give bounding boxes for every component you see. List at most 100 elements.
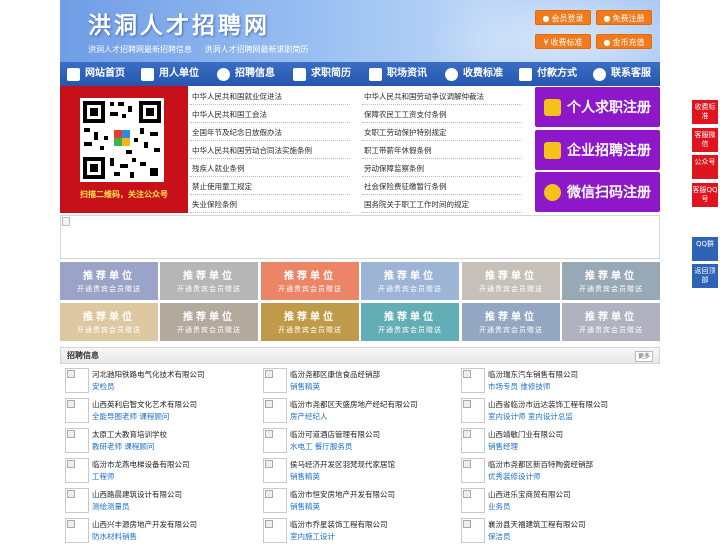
job-listing[interactable]: 临汾市尧都区新百特陶瓷经销部 优秀装修设计师 — [456, 458, 652, 488]
job-listing[interactable]: 临汾市龙燕电梯设备有限公司 工程师 — [60, 458, 256, 488]
recommend-tile[interactable]: 推荐单位 开通贵宾会员赠送 — [462, 262, 560, 300]
job-positions[interactable]: 测绘测量员 — [92, 501, 130, 512]
job-company[interactable]: 临汾市尧都区天盛房地产经纪有限公司 — [290, 399, 418, 410]
job-company[interactable]: 河北驰阳铁路电气化技术有限公司 — [92, 369, 205, 380]
job-company[interactable]: 临汾市乔星装饰工程有限公司 — [290, 519, 388, 530]
float-official-account[interactable]: 公众号 — [692, 155, 718, 179]
job-positions[interactable]: 水电工 餐厅服务员 — [290, 441, 352, 452]
personal-register-button[interactable]: 个人求职注册 — [535, 87, 660, 127]
recommend-tile[interactable]: 推荐单位 开通贵宾会员赠送 — [562, 303, 660, 341]
job-company[interactable]: 山西英利启智文化艺术有限公司 — [92, 399, 197, 410]
job-positions[interactable]: 保洁员 — [488, 531, 511, 542]
job-positions[interactable]: 销售经理 — [488, 441, 518, 452]
recommend-tile[interactable]: 推荐单位 开通贵宾会员赠送 — [462, 303, 560, 341]
recommend-tile[interactable]: 推荐单位 开通贵宾会员赠送 — [361, 262, 459, 300]
job-company[interactable]: 临汾可道酒店管理有限公司 — [290, 429, 380, 440]
float-service-wechat[interactable]: 客服微信 — [692, 128, 718, 152]
recommend-tile[interactable]: 推荐单位 开通贵宾会员赠送 — [60, 262, 158, 300]
law-item[interactable]: 职工带薪年休假条例 — [362, 142, 522, 159]
law-item[interactable]: 中华人民共和国劳动合同法实施条例 — [190, 142, 350, 159]
job-positions[interactable]: 安检员 — [92, 381, 115, 392]
nav-jobs[interactable]: 招聘信息 — [208, 62, 284, 86]
job-company[interactable]: 临汾瑞东汽车销售有限公司 — [488, 369, 578, 380]
law-item[interactable]: 国务院关于职工工作时间的规定 — [362, 196, 522, 213]
float-back-to-top[interactable]: 返回顶部 — [692, 264, 718, 288]
job-positions[interactable]: 室内设计师 室内设计总监 — [488, 411, 573, 422]
job-company[interactable]: 临汾市龙燕电梯设备有限公司 — [92, 459, 190, 470]
job-positions[interactable]: 销售精英 — [290, 381, 320, 392]
nav-news[interactable]: 职场资讯 — [360, 62, 436, 86]
job-listing[interactable]: 河北驰阳铁路电气化技术有限公司 安检员 — [60, 368, 256, 398]
law-item[interactable]: 保障农民工工资支付条例 — [362, 106, 522, 123]
subtitle-latest-jobs[interactable]: 洪洞人才招聘网最新招聘信息 — [88, 45, 192, 54]
jobs-more-button[interactable]: 更多 — [634, 351, 653, 362]
fee-standard-button[interactable]: ¥ 收费标准 — [535, 34, 591, 49]
recommend-tile[interactable]: 推荐单位 开通贵宾会员赠送 — [562, 262, 660, 300]
law-item[interactable]: 中华人民共和国工会法 — [190, 106, 350, 123]
law-item[interactable]: 禁止使用童工规定 — [190, 178, 350, 195]
job-positions[interactable]: 优秀装修设计师 — [488, 471, 541, 482]
float-qq-group[interactable]: QQ群 — [692, 237, 718, 261]
job-company[interactable]: 山西省临汾市远达装饰工程有限公司 — [488, 399, 608, 410]
job-positions[interactable]: 销售精英 — [290, 471, 320, 482]
law-item[interactable]: 中华人民共和国劳动争议调解仲裁法 — [362, 88, 522, 105]
job-listing[interactable]: 临汾市乔星装饰工程有限公司 室内施工设计 — [258, 518, 454, 548]
law-item[interactable]: 社会保险费征缴暂行条例 — [362, 178, 522, 195]
job-listing[interactable]: 临汾尧都区康信食品经销部 销售精英 — [258, 368, 454, 398]
ad-banner[interactable] — [60, 215, 660, 259]
job-listing[interactable]: 山西靖敏门业有限公司 销售经理 — [456, 428, 652, 458]
job-company[interactable]: 山西兴丰源房地产开发有限公司 — [92, 519, 197, 530]
job-listing[interactable]: 山西路晨建筑设计有限公司 测绘测量员 — [60, 488, 256, 518]
recommend-tile[interactable]: 推荐单位 开通贵宾会员赠送 — [160, 303, 258, 341]
company-register-button[interactable]: 企业招聘注册 — [535, 130, 660, 170]
job-listing[interactable]: 临汾市恒安房地产开发有限公司 销售精英 — [258, 488, 454, 518]
job-listing[interactable]: 山西英利启智文化艺术有限公司 全能导图老师 课程顾问 — [60, 398, 256, 428]
job-listing[interactable]: 侯马经济开发区羽梵现代家居馆 销售精英 — [258, 458, 454, 488]
job-positions[interactable]: 业务员 — [488, 501, 511, 512]
nav-resumes[interactable]: 求职简历 — [284, 62, 360, 86]
recommend-tile[interactable]: 推荐单位 开通贵宾会员赠送 — [60, 303, 158, 341]
job-company[interactable]: 临汾市尧都区新百特陶瓷经销部 — [488, 459, 593, 470]
job-company[interactable]: 侯马经济开发区羽梵现代家居馆 — [290, 459, 395, 470]
job-positions[interactable]: 房产经纪人 — [290, 411, 328, 422]
job-company[interactable]: 临汾尧都区康信食品经销部 — [290, 369, 380, 380]
float-service-qq[interactable]: 客服QQ号 — [692, 183, 718, 207]
law-item[interactable]: 女职工劳动保护特别规定 — [362, 124, 522, 141]
site-title[interactable]: 洪洞人才招聘网 — [88, 6, 270, 40]
job-positions[interactable]: 防水材料销售 — [92, 531, 137, 542]
job-listing[interactable]: 襄汾县天福建筑工程有限公司 保洁员 — [456, 518, 652, 548]
job-positions[interactable]: 工程师 — [92, 471, 115, 482]
job-positions[interactable]: 教研老师 课程顾问 — [92, 441, 154, 452]
recommend-tile[interactable]: 推荐单位 开通贵宾会员赠送 — [361, 303, 459, 341]
job-positions[interactable]: 室内施工设计 — [290, 531, 335, 542]
job-company[interactable]: 山西靖敏门业有限公司 — [488, 429, 563, 440]
free-register-button[interactable]: ● 免费注册 — [596, 10, 652, 25]
law-item[interactable]: 劳动保障监察条例 — [362, 160, 522, 177]
wechat-register-button[interactable]: 微信扫码注册 — [535, 172, 660, 212]
member-login-button[interactable]: ● 会员登录 — [535, 10, 591, 25]
nav-fees[interactable]: 收费标准 — [436, 62, 512, 86]
job-company[interactable]: 太原工大教育培训学校 — [92, 429, 167, 440]
job-positions[interactable]: 全能导图老师 课程顾问 — [92, 411, 169, 422]
job-listing[interactable]: 山西进乐宝商贸有限公司 业务员 — [456, 488, 652, 518]
job-listing[interactable]: 临汾瑞东汽车销售有限公司 市场专员 维修技师 — [456, 368, 652, 398]
nav-service[interactable]: 联系客服 — [584, 62, 660, 86]
subtitle-latest-resumes[interactable]: 洪洞人才招聘网最新求职简历 — [205, 45, 309, 54]
job-company[interactable]: 山西路晨建筑设计有限公司 — [92, 489, 182, 500]
gold-recharge-button[interactable]: ● 金币充值 — [596, 34, 652, 49]
job-company[interactable]: 襄汾县天福建筑工程有限公司 — [488, 519, 586, 530]
job-positions[interactable]: 市场专员 维修技师 — [488, 381, 550, 392]
recommend-tile[interactable]: 推荐单位 开通贵宾会员赠送 — [160, 262, 258, 300]
job-listing[interactable]: 临汾市尧都区天盛房地产经纪有限公司 房产经纪人 — [258, 398, 454, 428]
law-item[interactable]: 中华人民共和国就业促进法 — [190, 88, 350, 105]
recommend-tile[interactable]: 推荐单位 开通贵宾会员赠送 — [261, 303, 359, 341]
nav-home[interactable]: 网站首页 — [60, 62, 132, 86]
job-listing[interactable]: 太原工大教育培训学校 教研老师 课程顾问 — [60, 428, 256, 458]
law-item[interactable]: 失业保险条例 — [190, 196, 350, 213]
float-fee-standard[interactable]: 收费标准 — [692, 100, 718, 124]
job-listing[interactable]: 山西省临汾市远达装饰工程有限公司 室内设计师 室内设计总监 — [456, 398, 652, 428]
job-listing[interactable]: 临汾可道酒店管理有限公司 水电工 餐厅服务员 — [258, 428, 454, 458]
job-company[interactable]: 山西进乐宝商贸有限公司 — [488, 489, 571, 500]
job-company[interactable]: 临汾市恒安房地产开发有限公司 — [290, 489, 395, 500]
nav-employers[interactable]: 用人单位 — [132, 62, 208, 86]
